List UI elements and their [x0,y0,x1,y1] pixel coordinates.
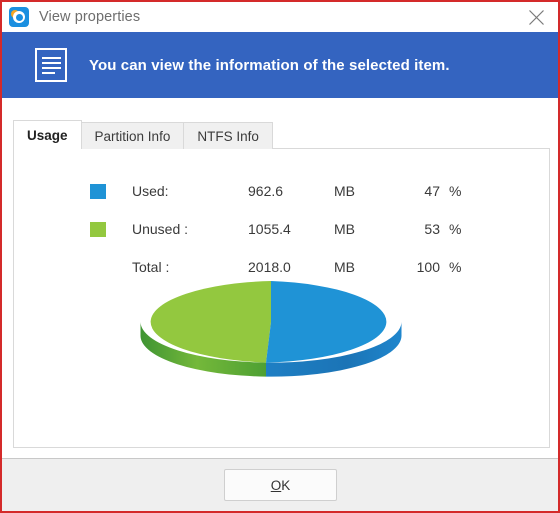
row-percent-unused: 53 [424,221,440,237]
row-percent-total: 100 [416,259,440,275]
row-percent-used: 47 [424,183,440,199]
row-unit-used: MB [334,183,355,199]
ok-button-mnemonic: O [270,477,282,493]
ok-button-label-rest: K [281,477,291,493]
row-unit-total: MB [334,259,355,275]
row-value-used: 962.6 [248,183,284,199]
legend-swatch-unused-cell [90,221,132,237]
tab-partition-info[interactable]: Partition Info [80,122,185,149]
table-row: Unused : 1055.4 MB 53 % [90,210,490,248]
row-value-total: 2018.0 [248,259,291,275]
row-percent-sign-used: % [449,183,462,199]
tab-partition-info-label: Partition Info [94,128,171,144]
usage-tab-panel: Used: 962.6 MB 47 % Unused : 1055.4 MB 5… [13,148,550,448]
row-label-used: Used: [132,183,169,199]
legend-swatch-unused [90,221,106,237]
legend-swatch-used-cell [90,183,132,199]
tab-usage-label: Usage [27,127,68,143]
title-bar: View properties [2,2,558,32]
pie-chart-svg [140,281,402,377]
view-properties-dialog: View properties You can view the informa… [0,0,560,513]
usage-stats-table: Used: 962.6 MB 47 % Unused : 1055.4 MB 5… [90,172,490,286]
row-label-unused: Unused : [132,221,189,237]
ok-button[interactable]: OK [224,469,337,501]
table-row: Used: 962.6 MB 47 % [90,172,490,210]
legend-swatch-used [90,183,106,199]
row-label-total: Total : [132,259,170,275]
tab-bar: Usage Partition Info NTFS Info [13,120,273,149]
banner-message: You can view the information of the sele… [89,56,450,74]
tab-usage[interactable]: Usage [13,120,82,149]
row-value-unused: 1055.4 [248,221,291,237]
disc-app-icon [9,7,29,27]
row-percent-sign-unused: % [449,221,462,237]
usage-pie-chart [14,281,551,391]
close-icon[interactable] [514,2,558,32]
window-title: View properties [39,9,141,25]
row-percent-sign-total: % [449,259,462,275]
dialog-footer: OK [2,458,558,511]
tab-ntfs-info-label: NTFS Info [197,128,259,144]
document-lines-icon [35,48,67,82]
row-unit-unused: MB [334,221,355,237]
tab-ntfs-info[interactable]: NTFS Info [183,122,273,149]
info-banner: You can view the information of the sele… [2,32,558,98]
